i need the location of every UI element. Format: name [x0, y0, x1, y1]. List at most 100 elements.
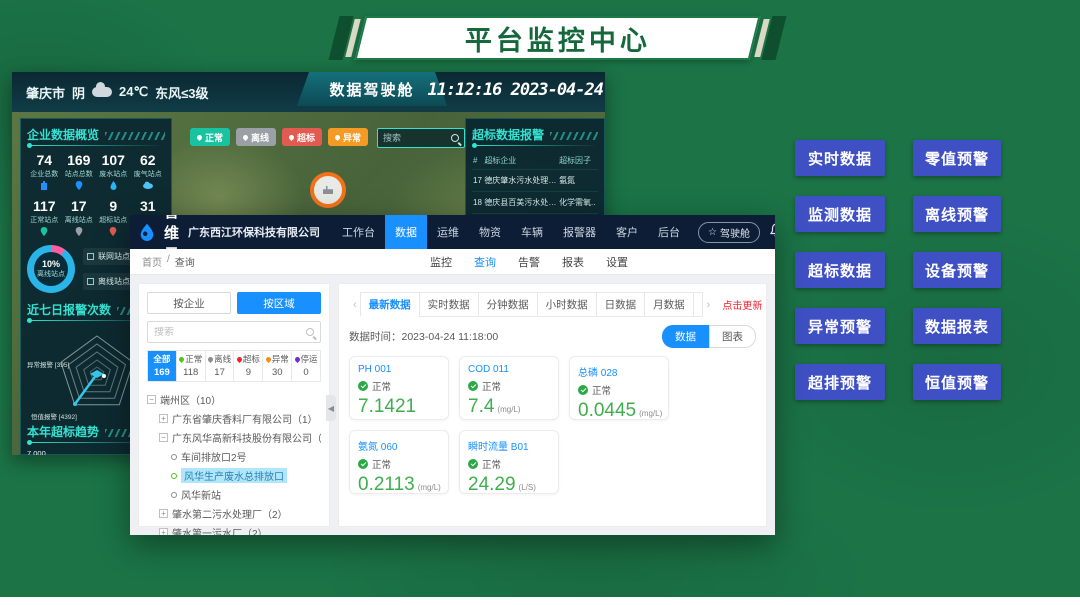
overview-title: 企业数据概览 [27, 126, 99, 143]
filter-exceed[interactable]: 超标 9 [234, 351, 263, 381]
menu-customers[interactable]: 客户 [606, 215, 648, 249]
card-ammonia[interactable]: 氨氮 060 正常 0.2113(mg/L) [349, 430, 449, 494]
notification-bell-icon[interactable] [770, 223, 775, 242]
map-search-input[interactable] [383, 133, 451, 143]
view-chart-button[interactable]: 图表 [709, 325, 756, 348]
checkbox-icon[interactable] [87, 253, 94, 260]
tab-month-data[interactable]: 月数据 [644, 292, 694, 317]
tree-company-no2-plant[interactable]: + 肇水第二污水处理厂（2） [147, 504, 321, 523]
filter-all[interactable]: 全部 169 [148, 351, 177, 381]
alarm-table-header: # 超标企业 超标因子 [472, 152, 598, 170]
tree-company-fenghua[interactable]: − 广东风华高新科技股份有限公司（3... [147, 428, 321, 447]
teal-divider [27, 145, 165, 146]
expand-box-icon[interactable]: + [159, 528, 168, 535]
legend-exceed-button[interactable]: 超标 [282, 128, 322, 146]
bottom-white-strip [0, 597, 1080, 605]
cockpit-button[interactable]: ☆ 驾驶舱 [698, 222, 760, 243]
normal-pin-icon [27, 227, 62, 236]
tab-hour-data[interactable]: 小时数据 [537, 292, 597, 317]
view-data-button[interactable]: 数据 [662, 325, 709, 348]
menu-materials[interactable]: 物资 [469, 215, 511, 249]
expand-box-icon[interactable]: + [159, 414, 168, 423]
search-icon[interactable] [306, 328, 314, 336]
alarm-row[interactable]: 17 德庆肇水污水处理有.. 氨氮 [472, 170, 598, 192]
search-icon[interactable] [451, 134, 459, 142]
checkbox-icon[interactable] [87, 278, 94, 285]
check-icon [578, 385, 588, 395]
filter-normal[interactable]: 正常 118 [177, 351, 206, 381]
tab-by-region[interactable]: 按区域 [237, 292, 321, 314]
tree-site-fenghua-new[interactable]: 风华新站 [147, 485, 321, 504]
alarm-row[interactable]: 18 德庆县百美污水处理.. 化学需氧.. [472, 192, 598, 214]
map-search-box [377, 128, 465, 148]
sidebar-search-input[interactable] [154, 327, 306, 338]
check-icon [358, 459, 368, 469]
btn-device-alert[interactable]: 设备预警 [913, 252, 1001, 288]
card-ph[interactable]: PH 001 正常 7.1421 [349, 356, 449, 420]
btn-constant-alert[interactable]: 恒值预警 [913, 364, 1001, 400]
view-switcher: 数据 图表 [662, 325, 756, 348]
btn-exceed-data[interactable]: 超标数据 [795, 252, 885, 288]
tab-latest-data[interactable]: 最新数据 [360, 292, 420, 317]
alarm-panel-title-row: 超标数据报警 [472, 126, 598, 143]
temperature: 24℃ [119, 84, 148, 100]
legend-offline-button[interactable]: 离线 [236, 128, 276, 146]
tree-company-no1-plant[interactable]: + 肇水第一污水厂（2） [147, 523, 321, 535]
btn-zero-alert[interactable]: 零值预警 [913, 140, 1001, 176]
legend-normal-button[interactable]: 正常 [190, 128, 230, 146]
sidebar-search-box [147, 321, 321, 343]
btn-abnormal-alert[interactable]: 异常预警 [795, 308, 885, 344]
collapse-box-icon[interactable]: − [147, 395, 156, 404]
teal-divider [472, 145, 598, 146]
tree-site-main-outlet-selected[interactable]: 风华生产废水总排放口 [147, 466, 321, 485]
tree-region-duanzhou[interactable]: − 端州区（10） [147, 390, 321, 409]
filter-stopped[interactable]: 停运 0 [292, 351, 320, 381]
btn-overdischarge-alert[interactable]: 超排预警 [795, 364, 885, 400]
expand-box-icon[interactable]: + [159, 509, 168, 518]
tab-alerts[interactable]: 告警 [518, 254, 540, 270]
tab-minute-data[interactable]: 分钟数据 [478, 292, 538, 317]
sidebar-collapse-handle[interactable]: ◀ [326, 395, 336, 421]
tab-monitoring[interactable]: 监控 [430, 254, 452, 270]
abnormal-pin-icon [265, 355, 272, 362]
navbar-right-icons: 系统管理员 [770, 223, 775, 242]
btn-offline-alert[interactable]: 离线预警 [913, 196, 1001, 232]
card-total-phosphorus[interactable]: 总磷 028 正常 0.0445(mg/L) [569, 356, 669, 420]
menu-backend[interactable]: 后台 [648, 215, 690, 249]
data-time-label: 数据时间：2023-04-24 11:18:00 [349, 329, 498, 344]
filter-offline[interactable]: 离线 17 [206, 351, 235, 381]
click-update-label[interactable]: 点击更新 [722, 297, 762, 312]
menu-operations[interactable]: 运维 [427, 215, 469, 249]
menu-vehicles[interactable]: 车辆 [511, 215, 553, 249]
radar-label-constant: 恒值报警 [4392] [31, 411, 77, 421]
legend-abnormal-button[interactable]: 异常 [328, 128, 368, 146]
tab-by-enterprise[interactable]: 按企业 [147, 292, 231, 314]
factory-icon [323, 186, 333, 194]
tree-company-xiangliao[interactable]: + 广东省肇庆香料厂有限公司（1） [147, 409, 321, 428]
tab-day-data[interactable]: 日数据 [596, 292, 646, 317]
filter-abnormal[interactable]: 异常 30 [263, 351, 292, 381]
card-instant-flow[interactable]: 瞬时流量 B01 正常 24.29(L/S) [459, 430, 559, 494]
menu-alarm-device[interactable]: 报警器 [553, 215, 606, 249]
slide-title-banner: 平台监控中心 [330, 16, 785, 60]
btn-data-report[interactable]: 数据报表 [913, 308, 1001, 344]
site-pin-green-icon [171, 473, 177, 479]
menu-workbench[interactable]: 工作台 [332, 215, 385, 249]
tab-query[interactable]: 查询 [474, 254, 496, 270]
tree-site-outlet2[interactable]: 车间排放口2号 [147, 447, 321, 466]
station-sidebar: 按企业 按区域 全部 169 正常 118 [138, 283, 330, 527]
card-cod[interactable]: COD 011 正常 7.4(mg/L) [459, 356, 559, 420]
menu-data[interactable]: 数据 [385, 215, 427, 249]
btn-realtime-data[interactable]: 实时数据 [795, 140, 885, 176]
btn-monitor-data[interactable]: 监测数据 [795, 196, 885, 232]
collapse-box-icon[interactable]: − [159, 433, 168, 442]
tabs-scroll-right-icon[interactable]: › [703, 299, 715, 311]
tab-settings[interactable]: 设置 [606, 254, 628, 270]
breadcrumb-home[interactable]: 首页 [142, 254, 162, 269]
tab-quarter-data[interactable]: 季数据 [693, 292, 703, 317]
tab-realtime-data[interactable]: 实时数据 [419, 292, 479, 317]
dashboard-datetime: 11:12:16 2023-04-24 [428, 80, 603, 100]
map-marker[interactable] [310, 172, 346, 208]
tab-reports[interactable]: 报表 [562, 254, 584, 270]
data-type-tabs: ‹ 最新数据 实时数据 分钟数据 小时数据 日数据 月数据 季数据 › 点击更新… [349, 292, 756, 317]
